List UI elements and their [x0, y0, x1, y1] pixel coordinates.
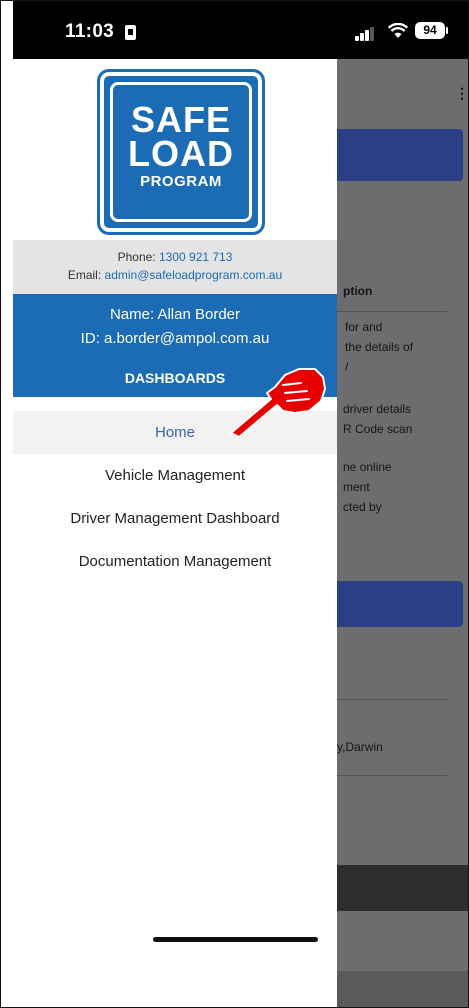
phone-link[interactable]: 1300 921 713 — [159, 250, 232, 264]
background-paragraph-2: driver details R Code scan — [343, 402, 413, 436]
home-indicator[interactable] — [153, 937, 318, 942]
phone-label: Phone: — [117, 250, 156, 264]
divider — [337, 699, 447, 700]
background-bottom-bar — [337, 971, 468, 1007]
phone-screen: 11:03 94 ⋮ ption for and the details of … — [0, 0, 469, 1008]
email-link[interactable]: admin@safeloadprogram.com.au — [105, 268, 283, 282]
safe-load-program-logo: SAFE LOAD PROGRAM — [97, 69, 265, 235]
logo-line-1: SAFE — [130, 99, 231, 140]
sim-card-icon — [125, 25, 136, 40]
status-time: 11:03 — [65, 21, 115, 42]
cellular-signal-icon — [355, 27, 375, 41]
menu-item-vehicle-management[interactable]: Vehicle Management — [13, 454, 337, 497]
user-name: Name: Allan Border — [109, 306, 241, 323]
divider — [337, 311, 447, 312]
pointing-hand-icon — [230, 368, 326, 437]
background-section-band — [337, 581, 463, 627]
menu-item-documentation-management[interactable]: Documentation Management — [13, 540, 337, 583]
more-options-icon: ⋮ — [455, 85, 468, 101]
contact-info: Phone: 1300 921 713 Email: admin@safeloa… — [13, 240, 337, 294]
logo-line-2: LOAD — [128, 133, 234, 174]
background-heading: ption — [343, 284, 373, 298]
background-footer-bar — [337, 865, 468, 911]
logo-line-3: PROGRAM — [140, 173, 222, 190]
wifi-icon — [387, 22, 409, 44]
email-label: Email: — [67, 268, 102, 282]
background-paragraph-1: for and the details of / — [345, 320, 414, 374]
background-header-band — [337, 129, 463, 181]
navigation-drawer: SAFE LOAD PROGRAM Phone: 1300 921 713 Em… — [13, 59, 337, 1007]
background-paragraph-3: ne online ment cted by — [343, 460, 392, 514]
menu-item-driver-management-dashboard[interactable]: Driver Management Dashboard — [13, 497, 337, 540]
divider — [337, 775, 447, 776]
user-id: ID: a.border@ampol.com.au — [80, 330, 270, 347]
status-bar: 11:03 94 — [13, 1, 468, 59]
battery-icon: 94 — [415, 22, 448, 39]
background-app-overlay[interactable]: ⋮ ption for and the details of / driver … — [337, 59, 468, 1007]
background-location: y,Darwin — [337, 740, 383, 754]
